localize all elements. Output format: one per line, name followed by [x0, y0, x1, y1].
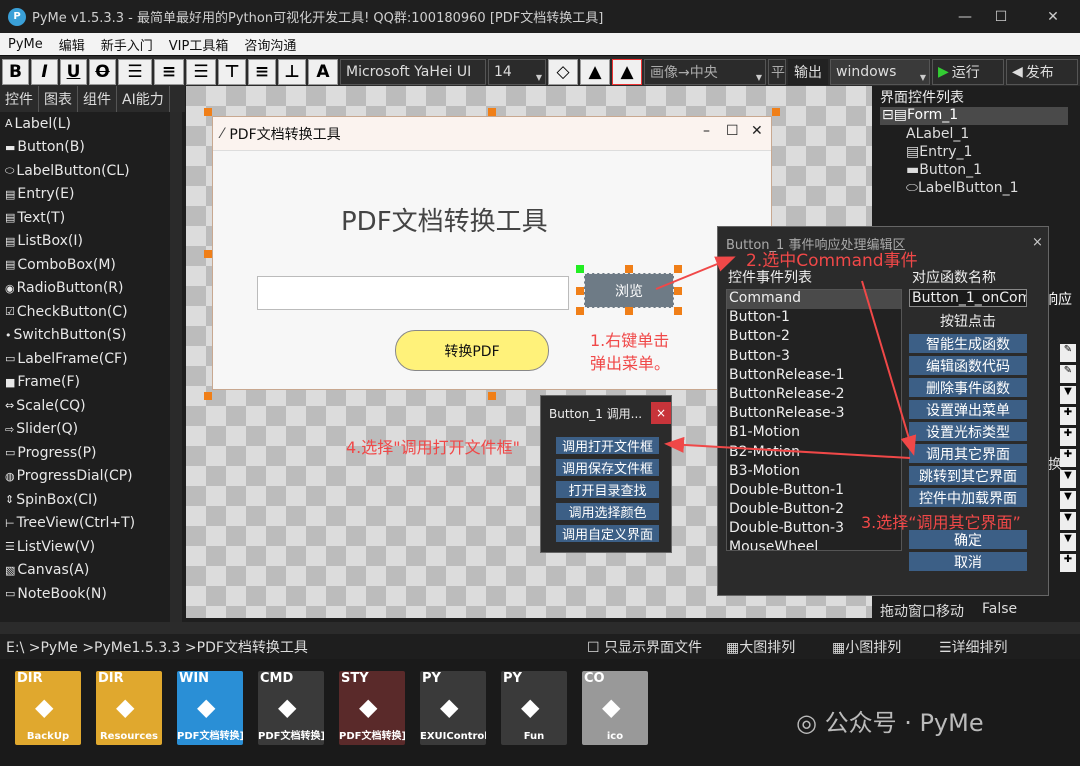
- file-icon: ◆: [197, 693, 216, 721]
- watermark: ◎ 公众号 · PyMe: [796, 709, 984, 737]
- file-icon: ◆: [359, 693, 378, 721]
- file-browser: ◎ 公众号 · PyMe DIR ◆ BackUp DIR ◆ Resources WIN ◆…: [0, 659, 1080, 766]
- file-type-tag: PY: [503, 671, 522, 686]
- file-label: PDF文档转换]: [339, 731, 405, 742]
- file-label: EXUIControl: [420, 731, 486, 742]
- file-icon: ◆: [116, 693, 135, 721]
- small-icons-button[interactable]: ▦小图排列: [832, 637, 901, 657]
- file-label: Fun: [523, 731, 545, 742]
- file-label: PDF文档转换]: [177, 731, 243, 742]
- file-item[interactable]: STY ◆ PDF文档转换]: [339, 671, 405, 745]
- file-label: PDF文档转换]: [258, 731, 324, 742]
- file-type-tag: CMD: [260, 671, 294, 686]
- file-icon: ◆: [278, 693, 297, 721]
- file-item[interactable]: WIN ◆ PDF文档转换]: [177, 671, 243, 745]
- only-ui-checkbox[interactable]: ☐ 只显示界面文件: [587, 637, 702, 657]
- file-item[interactable]: CMD ◆ PDF文档转换]: [258, 671, 324, 745]
- file-icon: ◆: [35, 693, 54, 721]
- file-type-tag: DIR: [17, 671, 43, 686]
- file-type-tag: CO: [584, 671, 605, 686]
- file-type-tag: DIR: [98, 671, 124, 686]
- path-bar: E:\ >PyMe >PyMe1.5.3.3 >PDF文档转换工具 ☐ 只显示界…: [0, 634, 1080, 659]
- file-icon: ◆: [521, 693, 540, 721]
- file-type-tag: PY: [422, 671, 441, 686]
- file-item[interactable]: DIR ◆ BackUp: [15, 671, 81, 745]
- splitter-bar[interactable]: [0, 622, 1080, 634]
- detail-view-button[interactable]: ☰详细排列: [939, 637, 1008, 657]
- file-type-tag: WIN: [179, 671, 210, 686]
- current-path: E:\ >PyMe >PyMe1.5.3.3 >PDF文档转换工具: [6, 639, 308, 656]
- file-item[interactable]: PY ◆ Fun: [501, 671, 567, 745]
- file-item[interactable]: PY ◆ EXUIControl: [420, 671, 486, 745]
- wechat-icon: ◎: [796, 709, 825, 737]
- file-label: ico: [606, 731, 624, 742]
- file-item[interactable]: CO ◆ ico: [582, 671, 648, 745]
- large-icons-button[interactable]: ▦大图排列: [726, 637, 795, 657]
- file-icon: ◆: [602, 693, 621, 721]
- file-label: BackUp: [26, 731, 70, 742]
- file-item[interactable]: DIR ◆ Resources: [96, 671, 162, 745]
- file-type-tag: STY: [341, 671, 369, 686]
- file-label: Resources: [99, 731, 159, 742]
- file-icon: ◆: [440, 693, 459, 721]
